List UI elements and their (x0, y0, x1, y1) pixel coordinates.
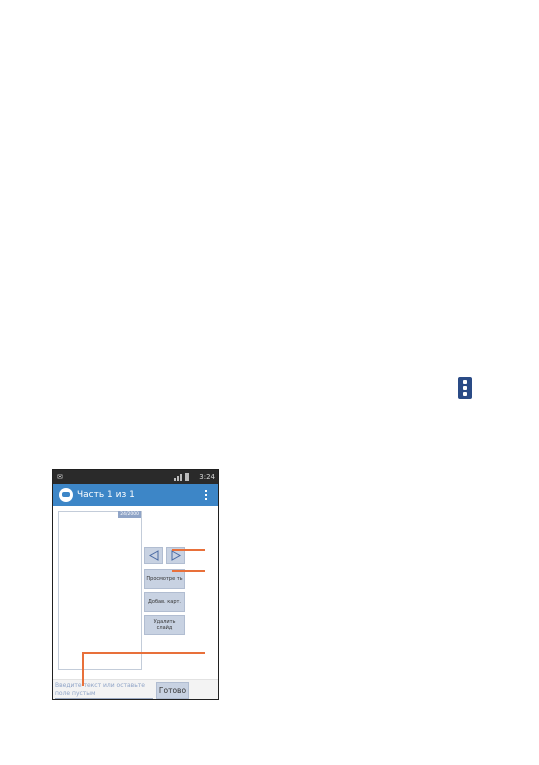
signal-battery-icon (166, 473, 192, 481)
callout-line-next (172, 549, 205, 551)
compose-bar: Введите текст или оставьте поле пустым Г… (53, 679, 218, 699)
slide-editor: 24/2000 Просмотре ть Добав. карт. Удалит… (53, 506, 218, 699)
phone-screenshot: ✉ 3:24 Часть 1 из 1 24/2000 Просмотре ть… (52, 469, 219, 700)
add-picture-button[interactable]: Добав. карт. (144, 592, 185, 612)
message-text-input[interactable]: Введите текст или оставьте поле пустым (55, 682, 153, 699)
status-time: 3:24 (199, 473, 215, 481)
notification-icon: ✉ (57, 473, 63, 481)
callout-line-preview (172, 570, 205, 572)
overflow-menu-icon[interactable] (205, 490, 208, 500)
preview-button[interactable]: Просмотре ть (144, 569, 185, 589)
callout-line-compose-v (82, 652, 84, 686)
callout-line-compose-h (82, 652, 205, 654)
previous-slide-button[interactable] (144, 547, 163, 564)
triangle-right-icon (171, 550, 181, 561)
message-icon[interactable] (59, 488, 73, 502)
slide-preview[interactable]: 24/2000 (58, 511, 142, 670)
delete-slide-button[interactable]: Удалить слайд (144, 615, 185, 635)
done-button[interactable]: Готово (156, 682, 189, 699)
status-bar: ✉ 3:24 (53, 470, 218, 484)
action-bar: Часть 1 из 1 (53, 484, 218, 506)
page-title: Часть 1 из 1 (77, 490, 135, 500)
character-counter: 24/2000 (118, 511, 141, 518)
triangle-left-icon (149, 550, 159, 561)
overflow-menu-icon (458, 377, 472, 399)
